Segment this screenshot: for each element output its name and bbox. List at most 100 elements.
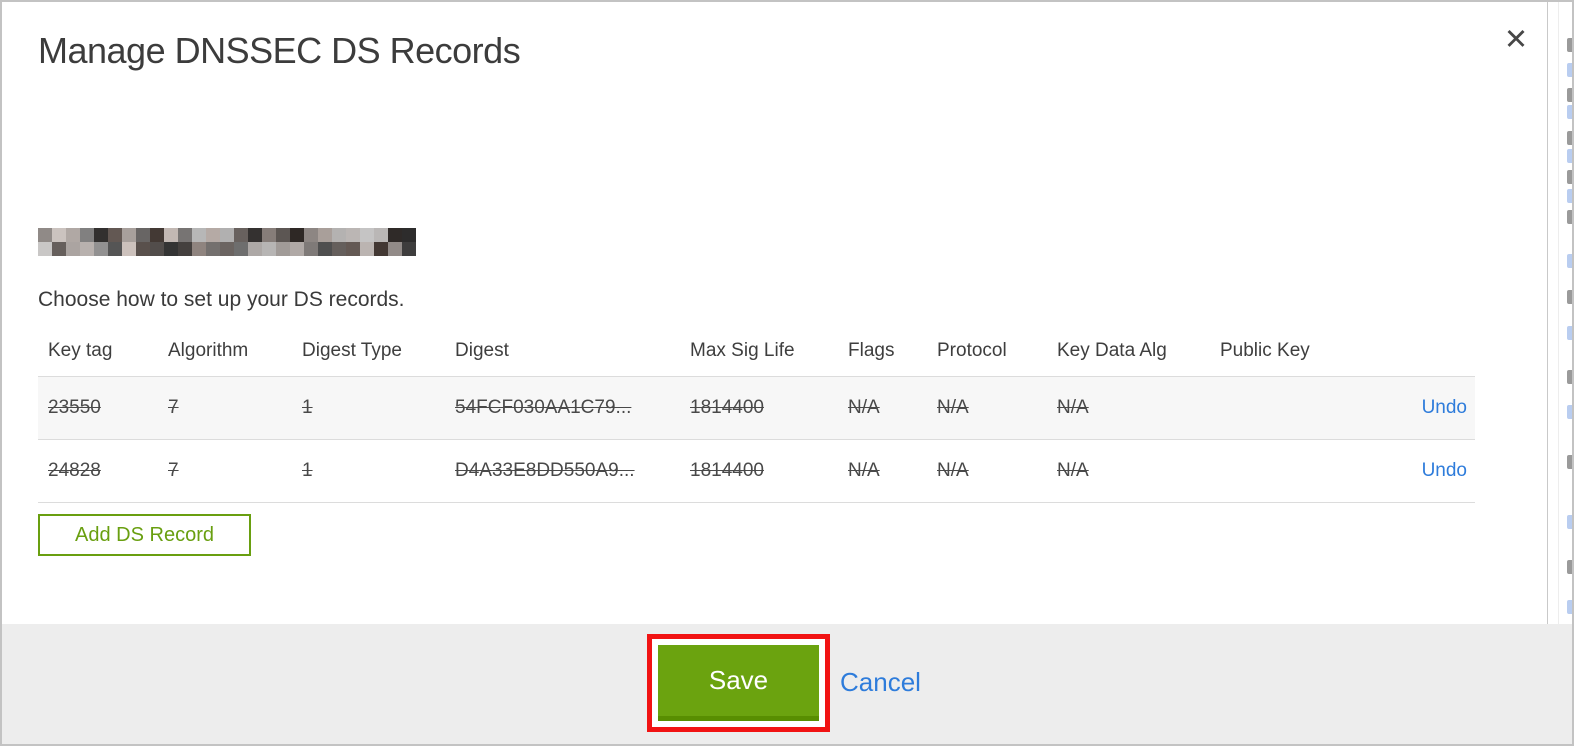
table-cell: N/A	[1057, 397, 1089, 418]
table-cell: 7	[168, 397, 179, 418]
table-cell: 23550	[48, 397, 101, 418]
undo-link[interactable]: Undo	[1422, 397, 1467, 418]
table-cell: 1	[302, 460, 313, 481]
table-body: 23550 7 1 54FCF030AA1C79... 1814400 N/A N/A N/A…	[38, 376, 1475, 503]
redaction-pixel	[52, 228, 66, 242]
sliver-text-fragment	[1567, 455, 1572, 469]
redaction-pixel	[360, 228, 374, 242]
redaction-pixel	[234, 228, 248, 242]
redaction-pixel	[38, 228, 52, 242]
redaction-pixel	[388, 228, 402, 242]
sliver-text-fragment	[1567, 290, 1572, 304]
redaction-pixel	[80, 228, 94, 242]
column-header: Key tag	[48, 340, 113, 361]
redaction-pixel	[262, 228, 276, 242]
sliver-link-fragment	[1567, 326, 1572, 340]
redaction-pixel	[332, 228, 346, 242]
redaction-pixel	[374, 228, 388, 242]
column-header	[1360, 326, 1475, 377]
table-cell	[1210, 377, 1360, 440]
table-cell: 1814400	[690, 397, 764, 418]
table-row: 24828 7 1 D4A33E8DD550A9... 1814400 N/A N/A N/A…	[38, 439, 1475, 503]
cancel-link[interactable]: Cancel	[840, 667, 921, 698]
column-header: Digest Type	[302, 340, 402, 361]
redaction-pixel	[38, 242, 52, 256]
redaction-pixel	[220, 228, 234, 242]
redaction-pixel	[318, 228, 332, 242]
redaction-pixel	[388, 242, 402, 256]
redaction-pixel	[374, 242, 388, 256]
column-header: Protocol	[937, 340, 1007, 361]
redaction-pixel	[248, 242, 262, 256]
column-header: Public Key	[1220, 340, 1310, 361]
table-cell: 1	[302, 397, 313, 418]
redaction-pixel	[192, 228, 206, 242]
redaction-pixel	[94, 242, 108, 256]
sliver-link-fragment	[1567, 254, 1572, 268]
column-header: Max Sig Life	[690, 340, 795, 361]
table-cell: 24828	[48, 460, 101, 481]
redaction-pixel	[346, 228, 360, 242]
column-header: Algorithm	[168, 340, 249, 361]
redaction-pixel	[122, 242, 136, 256]
redaction-pixel	[108, 242, 122, 256]
table-cell: N/A	[848, 397, 880, 418]
table-cell: 54FCF030AA1C79...	[455, 397, 632, 418]
redaction-pixel	[276, 242, 290, 256]
sliver-link-fragment	[1567, 149, 1572, 163]
column-header: Digest	[455, 340, 509, 361]
redaction-pixel	[66, 228, 80, 242]
redaction-pixel	[164, 228, 178, 242]
table-cell: N/A	[937, 397, 969, 418]
sliver-link-fragment	[1567, 105, 1572, 119]
redaction-pixel	[94, 228, 108, 242]
sliver-link-fragment	[1567, 189, 1572, 203]
table-cell-action: Undo	[1360, 377, 1475, 440]
redaction-pixel	[304, 228, 318, 242]
column-header: Flags	[848, 340, 895, 361]
ds-records-table: Key tag Algorithm Digest Type Digest Max Sig…	[38, 326, 1475, 503]
redaction-pixel	[332, 242, 346, 256]
sliver-text-fragment	[1567, 38, 1572, 52]
close-icon[interactable]: ✕	[1496, 20, 1536, 60]
redaction-pixel	[290, 228, 304, 242]
redaction-pixel	[402, 228, 416, 242]
undo-link[interactable]: Undo	[1422, 460, 1467, 481]
table-cell: N/A	[937, 460, 969, 481]
page-title: Manage DNSSEC DS Records	[38, 30, 521, 71]
redaction-pixel	[304, 242, 318, 256]
dnssec-dialog: Manage DNSSEC DS Records ✕ Choose how to…	[0, 0, 1574, 746]
add-ds-record-button[interactable]: Add DS Record	[38, 514, 251, 556]
sliver-link-fragment	[1567, 405, 1572, 419]
sliver-text-fragment	[1567, 370, 1572, 384]
sliver-text-fragment	[1567, 88, 1572, 102]
redaction-pixel	[206, 228, 220, 242]
redaction-pixel	[318, 242, 332, 256]
redaction-pixel	[206, 242, 220, 256]
table-header-row: Key tag Algorithm Digest Type Digest Max Sig…	[38, 326, 1475, 377]
table-cell	[1210, 440, 1360, 503]
redaction-pixel	[360, 242, 374, 256]
sliver-text-fragment	[1567, 170, 1572, 184]
redaction-pixel	[276, 228, 290, 242]
redaction-pixel	[346, 242, 360, 256]
redaction-pixel	[150, 242, 164, 256]
redaction-pixel	[290, 242, 304, 256]
redaction-pixel	[136, 228, 150, 242]
background-page-sliver	[1547, 2, 1572, 624]
redaction-pixel	[108, 228, 122, 242]
save-button[interactable]: Save	[658, 645, 819, 721]
sliver-link-fragment	[1567, 600, 1572, 614]
table-row: 23550 7 1 54FCF030AA1C79... 1814400 N/A N/A N/A…	[38, 376, 1475, 440]
table-cell: 7	[168, 460, 179, 481]
red-highlight-annotation: Save	[647, 634, 830, 732]
sliver-text-fragment	[1567, 560, 1572, 574]
redaction-pixel	[52, 242, 66, 256]
table-cell: N/A	[848, 460, 880, 481]
redaction-pixel	[80, 242, 94, 256]
redaction-pixel	[136, 242, 150, 256]
redaction-pixel	[192, 242, 206, 256]
redaction-pixel	[262, 242, 276, 256]
sliver-text-fragment	[1567, 131, 1572, 145]
redaction-pixel	[248, 228, 262, 242]
